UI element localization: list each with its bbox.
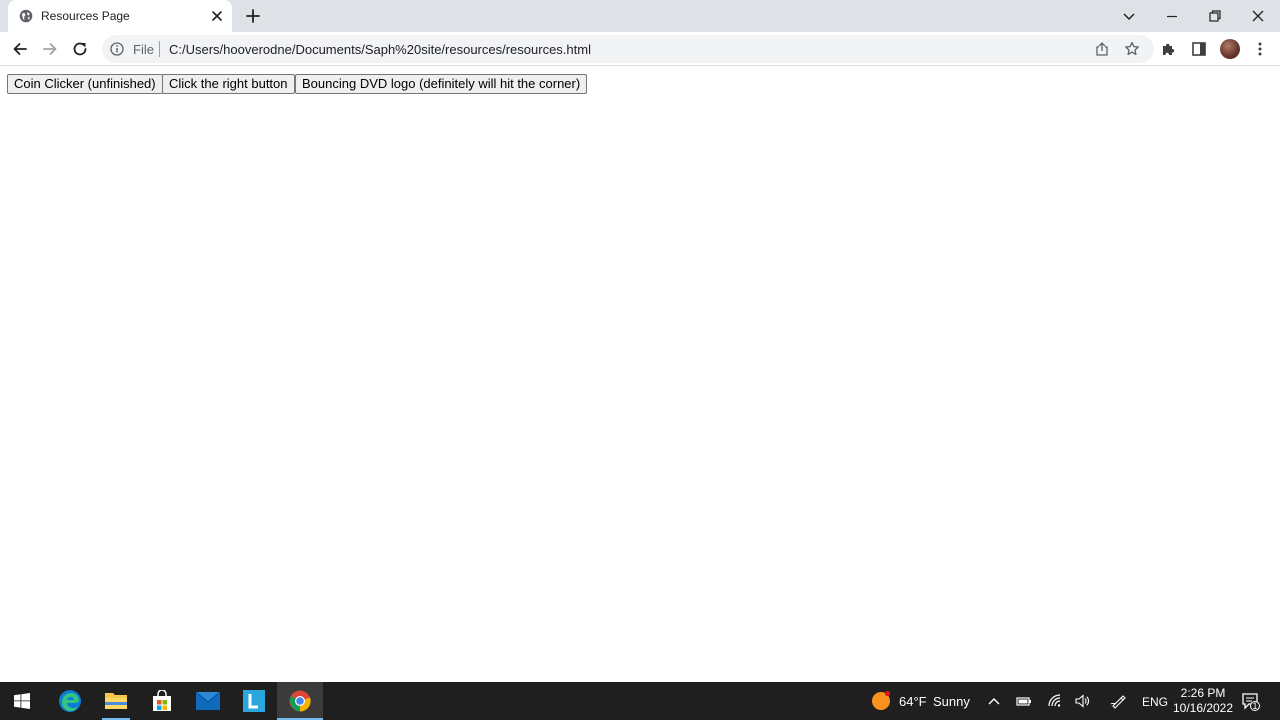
notification-count: 1 (1252, 701, 1258, 711)
browser-toolbar: File C:/Users/hooverodne/Documents/Saph%… (0, 32, 1280, 66)
page-content: Coin Clicker (unfinished) Click the righ… (0, 67, 1280, 682)
chevron-up-icon[interactable] (986, 693, 1002, 709)
close-icon[interactable] (210, 9, 224, 23)
divider (159, 41, 160, 57)
taskbar-chrome[interactable] (277, 682, 323, 720)
bouncing-dvd-logo-button[interactable]: Bouncing DVD logo (definitely will hit t… (295, 74, 588, 94)
coin-clicker-button[interactable]: Coin Clicker (unfinished) (7, 74, 163, 94)
folder-icon (105, 693, 127, 709)
extensions-puzzle-icon[interactable] (1160, 40, 1178, 58)
weather-sun-icon[interactable] (870, 690, 892, 712)
windows-start-icon[interactable] (14, 693, 30, 709)
weather-condition[interactable]: Sunny (933, 694, 970, 709)
taskbar-store[interactable] (139, 682, 185, 720)
more-menu-icon[interactable] (1251, 40, 1269, 58)
side-panel-icon[interactable] (1190, 40, 1208, 58)
language-indicator[interactable]: ENG (1142, 695, 1168, 709)
forward-arrow-icon[interactable] (41, 40, 59, 58)
taskbar-edge[interactable] (47, 682, 93, 720)
clock-time: 2:26 PM (1180, 686, 1226, 700)
tab-title: Resources Page (41, 9, 130, 23)
tab-strip: Resources Page (0, 0, 1280, 32)
chrome-icon (289, 690, 311, 712)
pen-ink-icon[interactable] (1110, 693, 1126, 709)
click-right-button-button[interactable]: Click the right button (162, 74, 295, 94)
edge-browser-icon (59, 690, 81, 712)
url-text[interactable]: C:/Users/hooverodne/Documents/Saph%20sit… (169, 42, 591, 57)
restore-icon[interactable] (1204, 5, 1226, 27)
l-app-icon (243, 690, 265, 712)
close-window-icon[interactable] (1247, 5, 1269, 27)
tab-search-chevron-down-icon[interactable] (1118, 5, 1140, 27)
globe-icon (19, 9, 33, 23)
reload-icon[interactable] (71, 40, 89, 58)
battery-icon[interactable] (1016, 693, 1032, 709)
taskbar-mail[interactable] (185, 682, 231, 720)
taskbar-l-app[interactable] (231, 682, 277, 720)
minimize-icon[interactable] (1161, 5, 1183, 27)
back-arrow-icon[interactable] (11, 40, 29, 58)
wifi-icon[interactable] (1047, 693, 1063, 709)
weather-temperature[interactable]: 64°F (899, 694, 927, 709)
bookmark-star-icon[interactable] (1124, 41, 1140, 57)
info-icon[interactable] (110, 42, 124, 56)
volume-icon[interactable] (1074, 693, 1090, 709)
taskbar-file-explorer[interactable] (93, 682, 139, 720)
scheme-label: File (133, 42, 154, 57)
profile-avatar[interactable] (1220, 39, 1240, 59)
screen: Resources Page File C:/Users/hooverodne/… (0, 0, 1280, 720)
store-bag-icon (153, 690, 171, 711)
address-bar[interactable]: File C:/Users/hooverodne/Documents/Saph%… (102, 35, 1154, 63)
tab-resources-page[interactable]: Resources Page (8, 0, 232, 32)
mail-envelope-icon (196, 692, 220, 710)
clock-date: 10/16/2022 (1172, 701, 1234, 715)
windows-taskbar: 64°F Sunny ENG 2:26 PM 10/16/2022 1 (0, 682, 1280, 720)
clock[interactable]: 2:26 PM 10/16/2022 (1166, 686, 1240, 716)
share-icon[interactable] (1094, 41, 1110, 57)
new-tab-plus-icon[interactable] (244, 7, 262, 25)
